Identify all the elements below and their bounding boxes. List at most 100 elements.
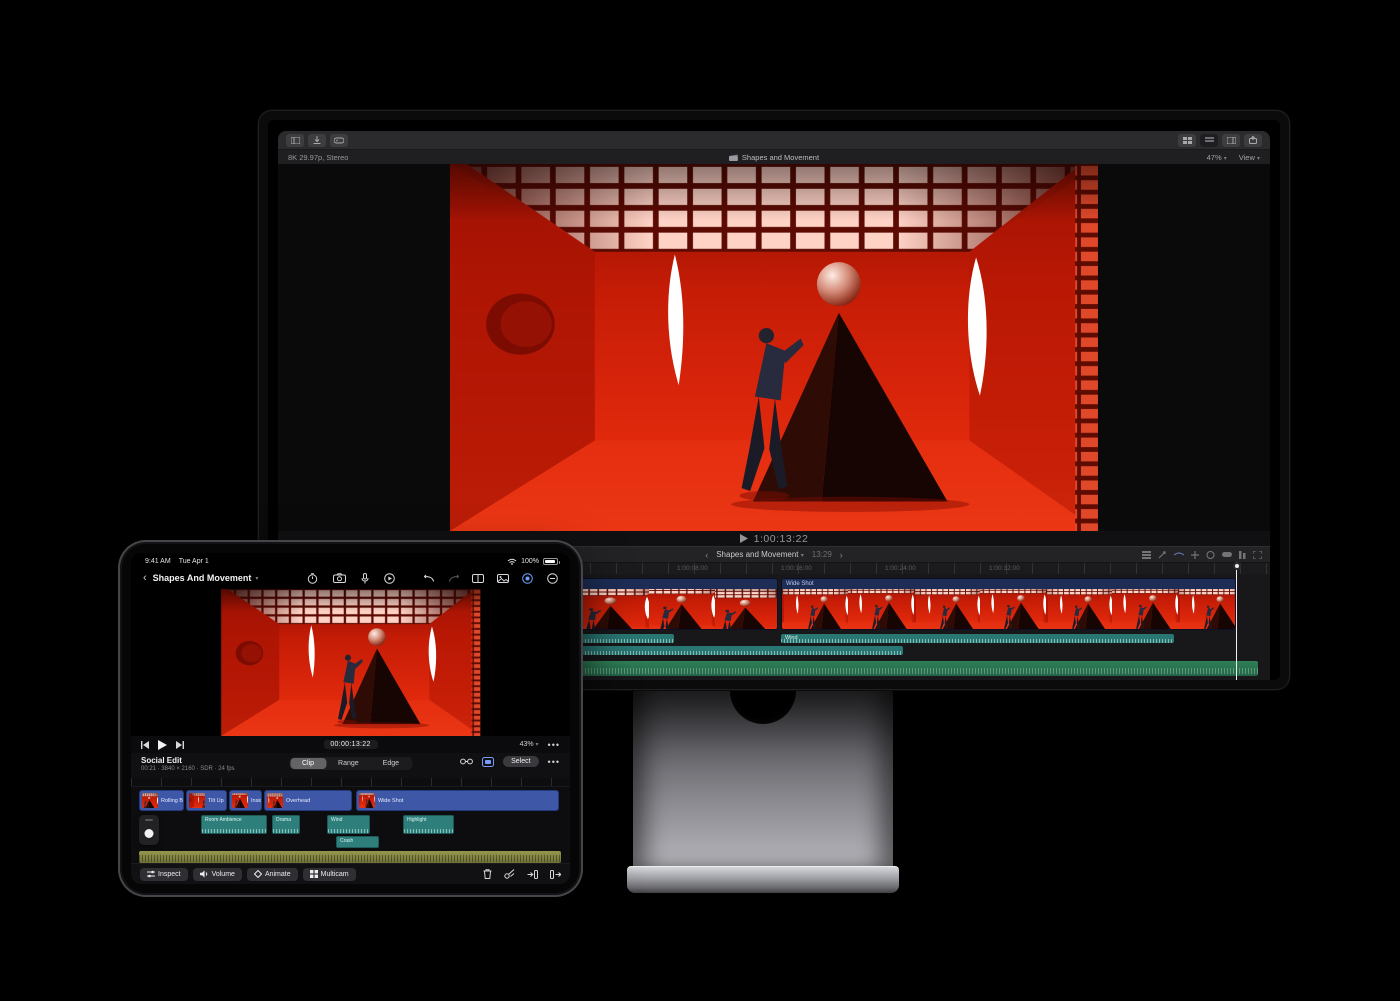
segment-clip[interactable]: Clip: [290, 758, 326, 769]
video-clip[interactable]: Wide Shot: [356, 790, 559, 811]
studio-display-stand: [633, 660, 893, 872]
video-clip[interactable]: Tilt Up: [186, 790, 227, 811]
viewer-zoom-menu[interactable]: 47% ▾: [1207, 153, 1227, 162]
timeline-forward-button[interactable]: ›: [840, 550, 843, 560]
audio-clip[interactable]: Crash: [336, 836, 379, 848]
insert-icon[interactable]: [527, 870, 538, 879]
video-clip[interactable]: Wide Shot: [781, 578, 1236, 630]
ipad-screen: 9:41 AM Tue Apr 1 100% ‹ Shapes And Move…: [131, 553, 570, 884]
multicam-button[interactable]: Multicam: [303, 868, 356, 881]
play-circle-icon[interactable]: [384, 573, 395, 584]
video-clip[interactable]: Rolling Ball: [139, 790, 184, 811]
stand-cable-notch: [730, 688, 796, 724]
speaker-icon: [200, 870, 209, 878]
clip-label: Inside: [251, 798, 262, 804]
inspector-button[interactable]: [1222, 134, 1240, 147]
select-button[interactable]: Select: [503, 756, 538, 767]
audio-clip[interactable]: Wind: [327, 815, 370, 834]
timeline-project-meta: 00:21 · 3840 × 2160 · SDR · 24 fps: [141, 766, 235, 772]
music-track[interactable]: [139, 851, 561, 863]
timeline-view-button[interactable]: [1200, 134, 1218, 147]
audio-clip[interactable]: Drama: [272, 815, 300, 834]
more-button[interactable]: •••: [548, 740, 560, 750]
timeline-project-name: Social Edit: [141, 756, 235, 765]
timeline-tool-handle[interactable]: [139, 815, 159, 845]
clip-thumbnail: [189, 793, 205, 808]
zoom-fit-icon[interactable]: [1253, 551, 1262, 559]
volume-button[interactable]: Volume: [193, 868, 242, 881]
play-icon[interactable]: [158, 740, 167, 750]
back-chevron-icon[interactable]: ‹: [143, 572, 147, 584]
clip-label: Wide Shot: [378, 798, 403, 804]
clip-thumbnail: [1112, 589, 1178, 630]
undo-icon[interactable]: [424, 573, 435, 584]
ipad-nav-bar: ‹ Shapes And Movement ▾: [131, 567, 570, 589]
keywords-button[interactable]: [330, 134, 348, 147]
tools-icon[interactable]: [1158, 551, 1167, 559]
viewer-video[interactable]: [450, 164, 1098, 531]
trash-icon[interactable]: [483, 869, 492, 879]
ipad-zoom-menu[interactable]: 43% ▾: [520, 741, 539, 748]
timeline-back-button[interactable]: ‹: [705, 550, 708, 560]
browser-view-button[interactable]: [1178, 134, 1196, 147]
video-clip[interactable]: Overhead: [264, 790, 352, 811]
ipad-viewer-video[interactable]: [221, 589, 481, 736]
viewer-view-menu[interactable]: View ▾: [1239, 153, 1260, 162]
animate-button[interactable]: Animate: [247, 868, 298, 881]
segment-range[interactable]: Range: [326, 758, 371, 769]
clip-label: Rolling Ball: [161, 798, 184, 804]
audio-clip[interactable]: Wind: [781, 634, 1174, 643]
audio-clip[interactable]: Highlight: [403, 815, 454, 834]
camera-icon[interactable]: [333, 573, 346, 583]
microphone-icon[interactable]: [361, 573, 369, 584]
skimming-icon[interactable]: [1174, 551, 1184, 559]
keyframe-diamond-icon: [254, 870, 262, 878]
clip-thumbnail: [232, 793, 248, 808]
viewer-project-title: Shapes and Movement: [742, 153, 819, 162]
audio-meters-icon[interactable]: [1239, 551, 1246, 559]
skip-back-icon[interactable]: [141, 741, 149, 749]
blade-icon[interactable]: [504, 869, 515, 879]
snapping-icon[interactable]: [1191, 551, 1199, 559]
stage: 8K 29.97p, Stereo Shapes and Movement 47…: [0, 0, 1400, 1001]
redo-icon[interactable]: [448, 573, 459, 584]
timeline-project-name[interactable]: Shapes and Movement ▾: [716, 550, 804, 559]
overwrite-icon[interactable]: [550, 870, 561, 879]
connect-icon[interactable]: [460, 757, 473, 766]
ipad-timeline-ruler[interactable]: [131, 778, 570, 787]
import-button[interactable]: [308, 134, 326, 147]
grid-icon: [310, 870, 318, 878]
ipad: 9:41 AM Tue Apr 1 100% ‹ Shapes And Move…: [118, 540, 583, 897]
studio-display-base: [627, 866, 899, 893]
solo-icon[interactable]: [1222, 551, 1232, 558]
playhead-handle[interactable]: [1233, 562, 1241, 570]
video-clip[interactable]: Inside: [229, 790, 262, 811]
status-time: 9:41 AM: [145, 558, 171, 565]
ipad-timeline: Rolling Ball Tilt Up Inside Overhead Wid…: [131, 787, 570, 863]
sidebar-toggle-button[interactable]: [286, 134, 304, 147]
more-button[interactable]: •••: [548, 757, 560, 767]
play-icon[interactable]: [740, 534, 748, 543]
record-voiceover-icon[interactable]: [522, 573, 534, 584]
sliders-icon: [147, 870, 155, 878]
audio-skimming-icon[interactable]: [1206, 551, 1215, 559]
clip-browser-icon[interactable]: [482, 757, 494, 767]
split-view-icon[interactable]: [472, 574, 484, 583]
skip-forward-icon[interactable]: [176, 741, 184, 749]
inspect-button[interactable]: Inspect: [140, 868, 188, 881]
audio-clip[interactable]: Room Ambience: [201, 815, 267, 834]
share-button[interactable]: [1244, 134, 1262, 147]
media-browser-icon[interactable]: [497, 574, 509, 583]
timer-icon[interactable]: [307, 573, 318, 584]
clip-thumbnail: [1178, 589, 1235, 630]
playhead[interactable]: [1236, 562, 1237, 680]
index-icon[interactable]: [1142, 551, 1151, 559]
audio-clip-label: Wind: [328, 816, 369, 823]
viewer-info-bar: 8K 29.97p, Stereo Shapes and Movement 47…: [278, 150, 1270, 164]
chevron-down-icon: ▾: [801, 553, 804, 559]
ruler-label: 1:00:16:00: [781, 565, 812, 572]
segment-edge[interactable]: Edge: [371, 758, 411, 769]
minus-circle-icon[interactable]: [547, 573, 558, 584]
viewer-format-info: 8K 29.97p, Stereo: [288, 153, 348, 162]
ipad-project-title[interactable]: Shapes And Movement: [153, 573, 252, 583]
